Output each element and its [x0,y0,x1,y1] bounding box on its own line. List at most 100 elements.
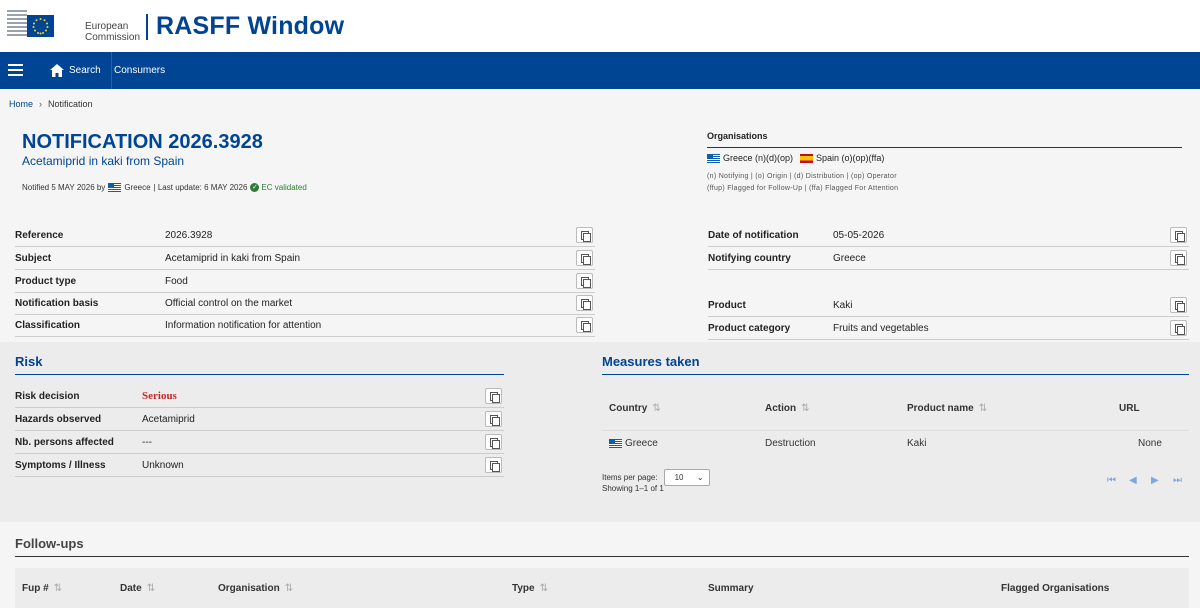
risk-value: Acetamiprid [142,413,195,425]
nav-consumers-label: Consumers [114,65,166,76]
greece-flag-icon [108,183,122,192]
organisations-heading: Organisations [707,131,1182,148]
last-update: | Last update: 6 MAY 2026 [153,183,248,192]
chevron-down-icon: ⌄ [696,473,704,482]
home-icon [50,64,64,77]
risk-row-symptoms: Symptoms / Illness Unknown [15,454,504,477]
nav-consumers-link[interactable]: Consumers [107,52,172,89]
chevron-right-icon: › [39,99,43,109]
detail-row-notifying-country: Notifying country Greece [708,247,1189,270]
check-circle-icon: ✓ [250,183,260,192]
copy-icon[interactable] [1170,320,1187,336]
sort-icon: ⇅ [539,583,548,594]
detail-row-classification: Classification Information notification … [15,314,595,337]
notified-country: Greece [124,183,151,192]
detail-label: Classification [15,319,81,331]
items-per-page-value: 10 [674,473,684,482]
ec-validated-label: EC validated [261,183,307,192]
pagination-status: Showing 1–1 of 1 [602,484,664,493]
nav-search-link[interactable]: Search [40,52,112,89]
detail-row-notification-basis: Notification basis Official control on t… [15,292,595,315]
european-commission-logo[interactable] [7,6,55,40]
col-type-label: Type [512,583,535,594]
copy-icon[interactable] [576,227,593,243]
detail-value: 2026.3928 [165,229,213,241]
detail-value: Official control on the market [165,297,293,309]
copy-icon[interactable] [1170,297,1187,313]
legend-line-1: (n) Notifying | (o) Origin | (d) Distrib… [707,173,897,180]
copy-icon[interactable] [576,317,593,333]
copy-icon[interactable] [1170,227,1187,243]
risk-decision-value: Serious [142,390,177,402]
sort-icon: ⇅ [53,583,63,594]
risk-label: Symptoms / Illness [15,459,106,471]
risk-section-rule [15,374,504,375]
copy-icon[interactable] [485,434,502,450]
greece-flag-icon [609,439,622,448]
measures-section-rule [602,374,1189,375]
greece-flag-icon [707,153,720,163]
col-type[interactable]: Type ⇅ [512,583,548,594]
col-organisation[interactable]: Organisation ⇅ [218,583,293,594]
copy-icon[interactable] [576,295,593,311]
col-flagged-organisations: Flagged Organisations [1001,583,1109,594]
measures-section-title: Measures taken [602,354,700,369]
copy-icon[interactable] [485,411,502,427]
col-url-label: URL [1119,403,1140,414]
ec-wordmark-line1: European [85,21,129,32]
organisations-list: Greece (n)(d)(op) Spain (o)(op)(ffa) [707,153,884,163]
last-page-icon[interactable]: ⏭ [1173,475,1182,486]
risk-row-decision: Risk decision Serious [15,385,504,408]
sort-icon: ⇅ [146,583,156,594]
org-spain: Spain (o)(op)(ffa) [816,153,885,163]
breadcrumb-home[interactable]: Home [9,99,33,109]
first-page-icon[interactable]: ⏮ [1107,475,1116,486]
risk-row-hazards: Hazards observed Acetamiprid [15,408,504,431]
detail-label: Date of notification [708,229,799,241]
sort-icon: ⇅ [978,403,988,414]
risk-value: Unknown [142,459,184,471]
risk-value: --- [142,436,152,448]
col-product-name[interactable]: Product name ⇅ [907,403,987,414]
next-page-icon[interactable]: ▶ [1151,475,1159,486]
col-fup[interactable]: Fup # ⇅ [22,583,62,594]
notification-meta: Notified 5 MAY 2026 by Greece | Last upd… [22,183,307,192]
detail-value: Kaki [833,299,853,311]
detail-value: Greece [833,252,866,264]
detail-label: Reference [15,229,64,241]
risk-label: Hazards observed [15,413,102,425]
measure-country-value: Greece [625,438,658,449]
col-organisation-label: Organisation [218,583,280,594]
followups-title: Follow-ups [15,536,84,551]
spain-flag-icon [800,153,814,163]
detail-row-product-type: Product type Food [15,270,595,293]
measure-action: Destruction [765,438,816,449]
col-date[interactable]: Date ⇅ [120,583,155,594]
col-product-name-label: Product name [907,403,974,414]
detail-value: Fruits and vegetables [833,322,929,334]
detail-row-date-of-notification: Date of notification 05-05-2026 [708,224,1189,247]
copy-icon[interactable] [1170,250,1187,266]
previous-page-icon[interactable]: ◀ [1129,475,1137,486]
menu-icon[interactable] [8,64,23,76]
col-summary: Summary [708,583,754,594]
col-action[interactable]: Action ⇅ [765,403,810,414]
col-country[interactable]: Country ⇅ [609,403,661,414]
items-per-page-label: Items per page: [602,473,658,482]
items-per-page-select[interactable]: 10 ⌄ [663,469,710,486]
main-nav: Search Consumers [0,52,1200,89]
page-subtitle: Acetamiprid in kaki from Spain [22,154,185,168]
detail-row-product: Product Kaki [708,294,1189,317]
header-divider [146,14,148,40]
org-greece: Greece (n)(d)(op) [723,153,794,163]
copy-icon[interactable] [485,388,502,404]
col-fup-label: Fup # [22,583,49,594]
app-title[interactable]: RASFF Window [156,12,344,41]
copy-icon[interactable] [576,250,593,266]
notified-date: Notified 5 MAY 2026 by [22,183,106,192]
legend-line-2: (ffup) Flagged for Follow-Up | (ffa) Fla… [707,185,899,192]
risk-label: Risk decision [15,390,80,402]
copy-icon[interactable] [576,273,593,289]
col-country-label: Country [609,403,648,414]
copy-icon[interactable] [485,457,502,473]
